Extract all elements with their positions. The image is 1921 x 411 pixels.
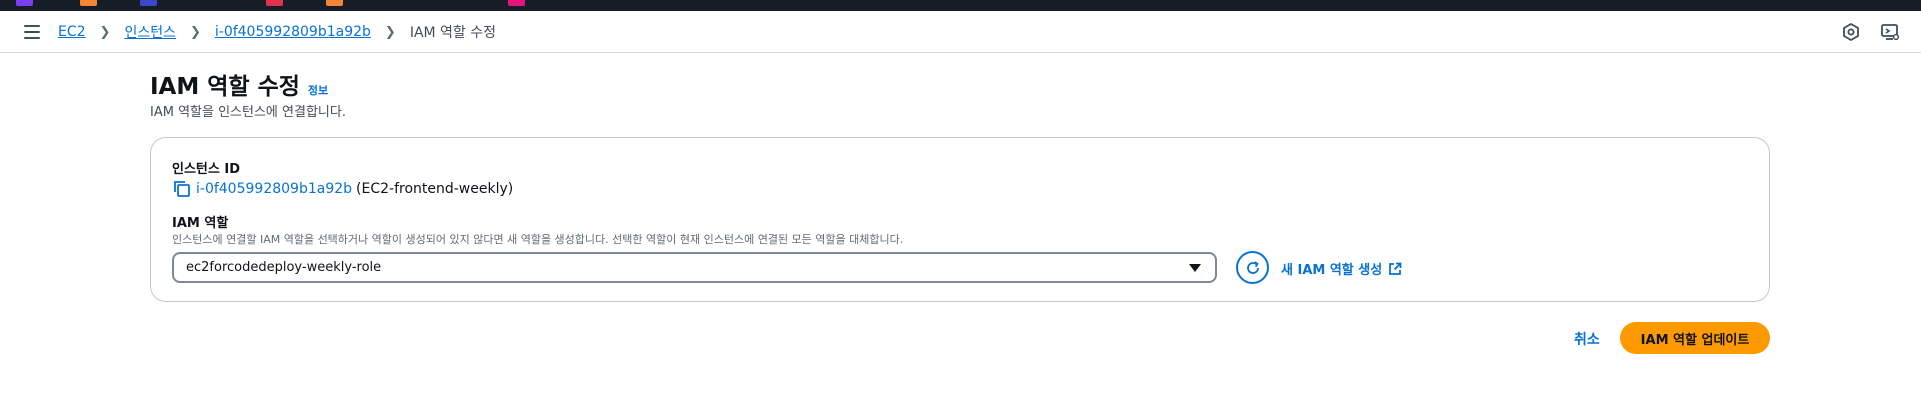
breadcrumb: EC2 ❯ 인스턴스 ❯ i-0f405992809b1a92b ❯ IAM 역… [58, 11, 496, 53]
refresh-icon [1246, 260, 1259, 274]
instance-id-label: 인스턴스 ID [172, 162, 240, 177]
instance-id-link[interactable]: i-0f405992809b1a92b [196, 181, 352, 197]
chevron-right-icon: ❯ [99, 24, 111, 40]
cloudshell-icon[interactable] [1841, 22, 1861, 42]
page-description: IAM 역할을 인스턴스에 연결합니다. [150, 105, 346, 120]
page-title: IAM 역할 수정 [150, 74, 300, 100]
bookmark-favicon[interactable] [266, 0, 283, 6]
iam-role-select[interactable]: ec2forcodedeploy-weekly-role [172, 252, 1217, 283]
iam-role-description: 인스턴스에 연결할 IAM 역할을 선택하거나 역할이 생성되어 있지 않다면 … [172, 233, 904, 246]
breadcrumb-current: IAM 역할 수정 [409, 25, 497, 41]
create-iam-role-label: 새 IAM 역할 생성 [1281, 263, 1383, 278]
browser-top-bar [0, 0, 1921, 11]
chevron-right-icon: ❯ [189, 24, 201, 40]
update-iam-role-button[interactable]: IAM 역할 업데이트 [1620, 322, 1770, 354]
info-link[interactable]: 정보 [308, 82, 328, 98]
copy-icon[interactable] [172, 179, 192, 199]
breadcrumb-instances[interactable]: 인스턴스 [124, 22, 176, 42]
external-link-icon [1389, 262, 1402, 275]
caret-down-icon [1189, 264, 1201, 272]
refresh-button[interactable] [1236, 251, 1269, 284]
breadcrumb-ec2[interactable]: EC2 [58, 24, 86, 40]
breadcrumb-bar: EC2 ❯ 인스턴스 ❯ i-0f405992809b1a92b ❯ IAM 역… [0, 11, 1921, 53]
bookmark-favicon[interactable] [80, 0, 97, 6]
iam-role-selected-value: ec2forcodedeploy-weekly-role [186, 260, 382, 275]
breadcrumb-instance-id[interactable]: i-0f405992809b1a92b [215, 24, 371, 40]
hamburger-menu-icon[interactable] [24, 25, 40, 39]
create-iam-role-link[interactable]: 새 IAM 역할 생성 [1281, 259, 1402, 278]
settings-icon[interactable] [1880, 22, 1900, 42]
bookmark-favicon[interactable] [16, 0, 33, 6]
iam-role-label: IAM 역할 [172, 216, 229, 231]
instance-name: (EC2-frontend-weekly) [356, 181, 514, 197]
cancel-button[interactable]: 취소 [1574, 329, 1600, 349]
form-panel: 인스턴스 ID i-0f405992809b1a92b (EC2-fronten… [150, 137, 1770, 302]
bookmark-favicon[interactable] [140, 0, 157, 6]
bookmark-favicon[interactable] [508, 0, 525, 6]
bookmark-favicon[interactable] [326, 0, 343, 6]
chevron-right-icon: ❯ [384, 24, 396, 40]
